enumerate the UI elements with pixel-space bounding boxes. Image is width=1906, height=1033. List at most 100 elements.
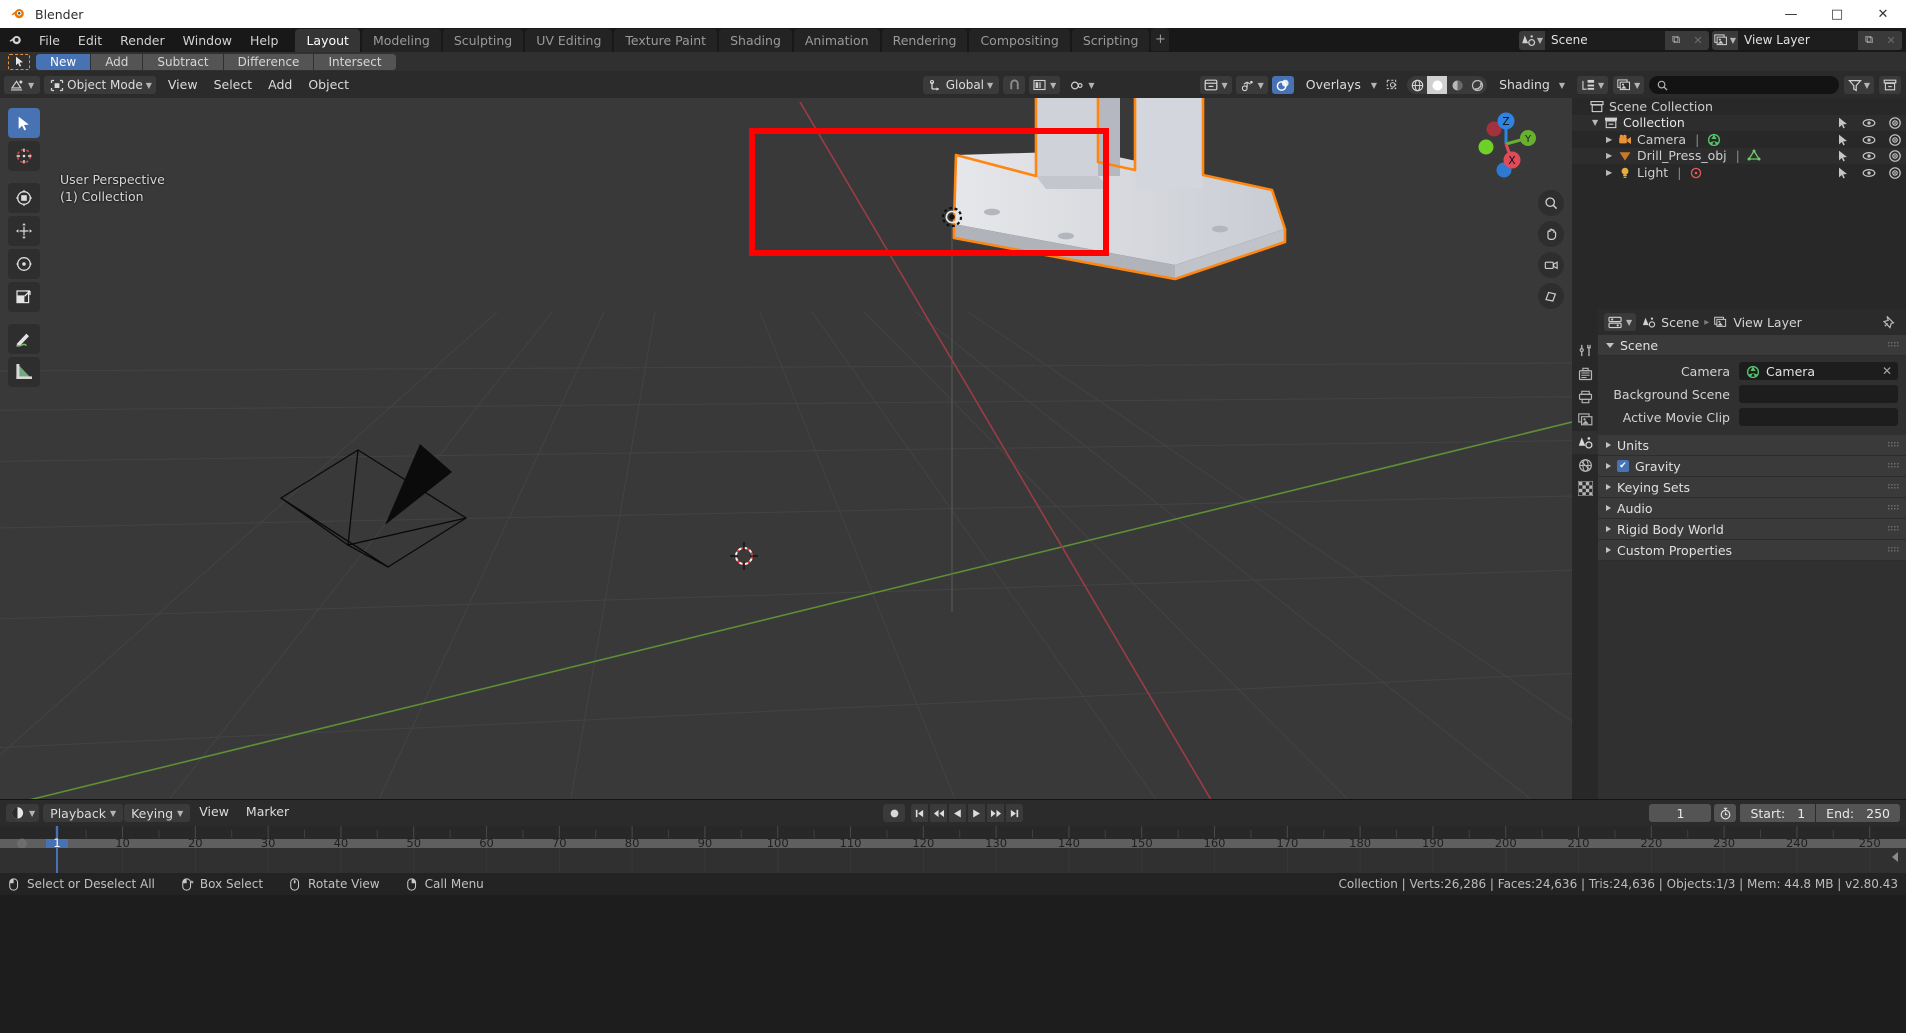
blender-menu-icon[interactable] xyxy=(0,28,30,52)
view-layer-selector[interactable]: ▼ View Layer ⧉ ✕ xyxy=(1712,30,1902,50)
select-cursor-icon[interactable] xyxy=(8,53,30,70)
menu-render[interactable]: Render xyxy=(111,28,174,52)
breadcrumb-scene[interactable]: Scene xyxy=(1661,315,1699,330)
scene-cone-icon[interactable] xyxy=(1572,431,1598,454)
3d-viewport[interactable]: ▼ Object Mode ▼ View Select Add Object Glob… xyxy=(0,72,1572,799)
remove-view-layer-button[interactable]: ✕ xyxy=(1880,30,1902,50)
jump-to-start-button[interactable] xyxy=(911,804,928,822)
new-view-layer-button[interactable]: ⧉ xyxy=(1858,30,1880,50)
prop-field-active-movie-clip[interactable] xyxy=(1739,408,1898,426)
hide-eye-icon[interactable] xyxy=(1861,116,1876,130)
editor-type-timeline-icon[interactable]: ▼ xyxy=(6,804,40,822)
menu-window[interactable]: Window xyxy=(174,28,241,52)
disable-render-camera-icon[interactable] xyxy=(1887,149,1902,163)
timeline-ruler[interactable]: 10 20 30 40 50 60 70 80 90 100 110 120 130 140 150 160 1… xyxy=(0,826,1906,848)
camera-view-icon[interactable] xyxy=(1538,252,1564,278)
prop-field-background-scene[interactable] xyxy=(1739,385,1898,403)
workspace-tab-uv-editing[interactable]: UV Editing xyxy=(525,29,613,52)
checker-texture-icon[interactable] xyxy=(1572,477,1598,500)
gizmo-icon[interactable]: ▼ xyxy=(1235,76,1268,94)
chevron-right-icon[interactable] xyxy=(1606,547,1611,553)
close-button[interactable]: ✕ xyxy=(1860,0,1906,28)
outliner-display-mode-icon[interactable]: ▼ xyxy=(1577,76,1609,94)
chevron-right-icon[interactable] xyxy=(1606,505,1611,511)
search-input[interactable] xyxy=(1649,76,1839,94)
selectable-arrow-icon[interactable] xyxy=(1835,132,1850,146)
tool-rotate[interactable] xyxy=(8,216,40,246)
printer-icon[interactable] xyxy=(1572,385,1598,408)
zoom-icon[interactable] xyxy=(1538,190,1564,216)
chevron-down-icon[interactable]: ▼ xyxy=(1559,81,1565,90)
workspace-tab-modeling[interactable]: Modeling xyxy=(361,29,441,52)
play-reverse-button[interactable] xyxy=(949,804,966,822)
prop-field-camera[interactable]: Camera ✕ xyxy=(1739,362,1898,380)
interaction-mode-selector[interactable]: Object Mode ▼ xyxy=(44,76,156,94)
boolean-mode-difference[interactable]: Difference xyxy=(223,53,314,70)
auto-keyframe-icon[interactable] xyxy=(1714,804,1737,822)
timeline-menu-view[interactable]: View xyxy=(191,804,237,822)
tool-move[interactable] xyxy=(8,183,40,213)
expand-triangle-right-icon[interactable]: ▶ xyxy=(1606,135,1617,144)
panel-drag-grip[interactable] xyxy=(1888,462,1899,470)
chevron-right-icon[interactable] xyxy=(1606,442,1611,448)
overlays-label[interactable]: Overlays xyxy=(1298,76,1369,94)
breadcrumb-view-layer[interactable]: View Layer xyxy=(1733,315,1802,330)
snap-increment-icon[interactable]: ▼ xyxy=(1029,76,1061,94)
chevron-right-icon[interactable] xyxy=(1606,484,1611,490)
timeline-menu-keying[interactable]: Keying ▼ xyxy=(124,804,191,822)
timeline-menu-marker[interactable]: Marker xyxy=(238,804,297,822)
shading-rendered-button[interactable] xyxy=(1467,76,1487,94)
workspace-tab-scripting[interactable]: Scripting xyxy=(1071,29,1150,52)
selectable-arrow-icon[interactable] xyxy=(1835,149,1850,163)
panel-header-audio[interactable]: Audio xyxy=(1598,498,1906,519)
navigation-gizmo[interactable]: Y Z X xyxy=(1464,100,1548,184)
images-icon[interactable] xyxy=(1572,408,1598,431)
panel-drag-grip[interactable] xyxy=(1888,546,1899,554)
start-frame-field[interactable]: Start: 1 xyxy=(1740,804,1816,822)
panel-drag-grip[interactable] xyxy=(1888,525,1899,533)
render-camera-back-icon[interactable] xyxy=(1572,362,1598,385)
workspace-tab-shading[interactable]: Shading xyxy=(719,29,792,52)
record-keyframes-button[interactable] xyxy=(883,804,905,822)
pan-hand-icon[interactable] xyxy=(1538,221,1564,247)
timeline-menu-playback[interactable]: Playback ▼ xyxy=(43,804,124,822)
menu-edit[interactable]: Edit xyxy=(69,28,111,52)
gravity-checkbox[interactable]: ✔ xyxy=(1617,460,1629,472)
selectable-arrow-icon[interactable] xyxy=(1835,165,1850,179)
frame-range-fields[interactable]: Start: 1 End: 250 xyxy=(1739,804,1900,822)
expand-triangle-right-icon[interactable]: ▶ xyxy=(1606,168,1617,177)
panel-header-rigid-body-world[interactable]: Rigid Body World xyxy=(1598,519,1906,540)
editor-type-properties-icon[interactable]: ▼ xyxy=(1604,313,1637,331)
disable-render-camera-icon[interactable] xyxy=(1887,132,1902,146)
workspace-tab-layout[interactable]: Layout xyxy=(295,29,360,52)
hide-eye-icon[interactable] xyxy=(1861,149,1876,163)
panel-header-keying-sets[interactable]: Keying Sets xyxy=(1598,477,1906,498)
outliner-row-scene-collection[interactable]: Scene Collection xyxy=(1572,98,1906,115)
panel-header-custom-properties[interactable]: Custom Properties xyxy=(1598,540,1906,561)
disable-render-camera-icon[interactable] xyxy=(1887,165,1902,179)
hide-eye-icon[interactable] xyxy=(1861,165,1876,179)
panel-drag-grip[interactable] xyxy=(1888,341,1899,349)
add-workspace-button[interactable]: + xyxy=(1151,28,1170,51)
proportional-edit-icon[interactable]: ▼ xyxy=(1064,76,1100,94)
outliner-row-drill_press_obj[interactable]: ▶ Drill_Press_obj | xyxy=(1572,147,1906,164)
end-frame-field[interactable]: End: 250 xyxy=(1816,804,1900,822)
chevron-right-icon[interactable] xyxy=(1606,463,1611,469)
pin-icon[interactable] xyxy=(1882,315,1896,329)
step-forward-button[interactable] xyxy=(987,804,1004,822)
magnet-icon[interactable] xyxy=(1003,76,1026,94)
outliner-row-camera[interactable]: ▶ Camera | xyxy=(1572,131,1906,148)
expand-triangle-right-icon[interactable]: ▶ xyxy=(1606,151,1617,160)
viewport-menu-add[interactable]: Add xyxy=(260,76,300,94)
selectable-arrow-icon[interactable] xyxy=(1835,116,1850,130)
hide-eye-icon[interactable] xyxy=(1861,132,1876,146)
expand-triangle-down-icon[interactable]: ▼ xyxy=(1592,118,1603,127)
tool-tweak-select-box[interactable] xyxy=(8,108,40,138)
filter-id-type-icon[interactable]: ▼ xyxy=(1613,76,1645,94)
tool-wrench-icon[interactable] xyxy=(1572,339,1598,362)
chevron-right-icon[interactable] xyxy=(1606,526,1611,532)
viewport-menu-select[interactable]: Select xyxy=(206,76,261,94)
jump-to-end-button[interactable] xyxy=(1006,804,1023,822)
unlink-scene-button[interactable]: ✕ xyxy=(1687,30,1709,50)
shading-material-preview-button[interactable] xyxy=(1447,76,1467,94)
